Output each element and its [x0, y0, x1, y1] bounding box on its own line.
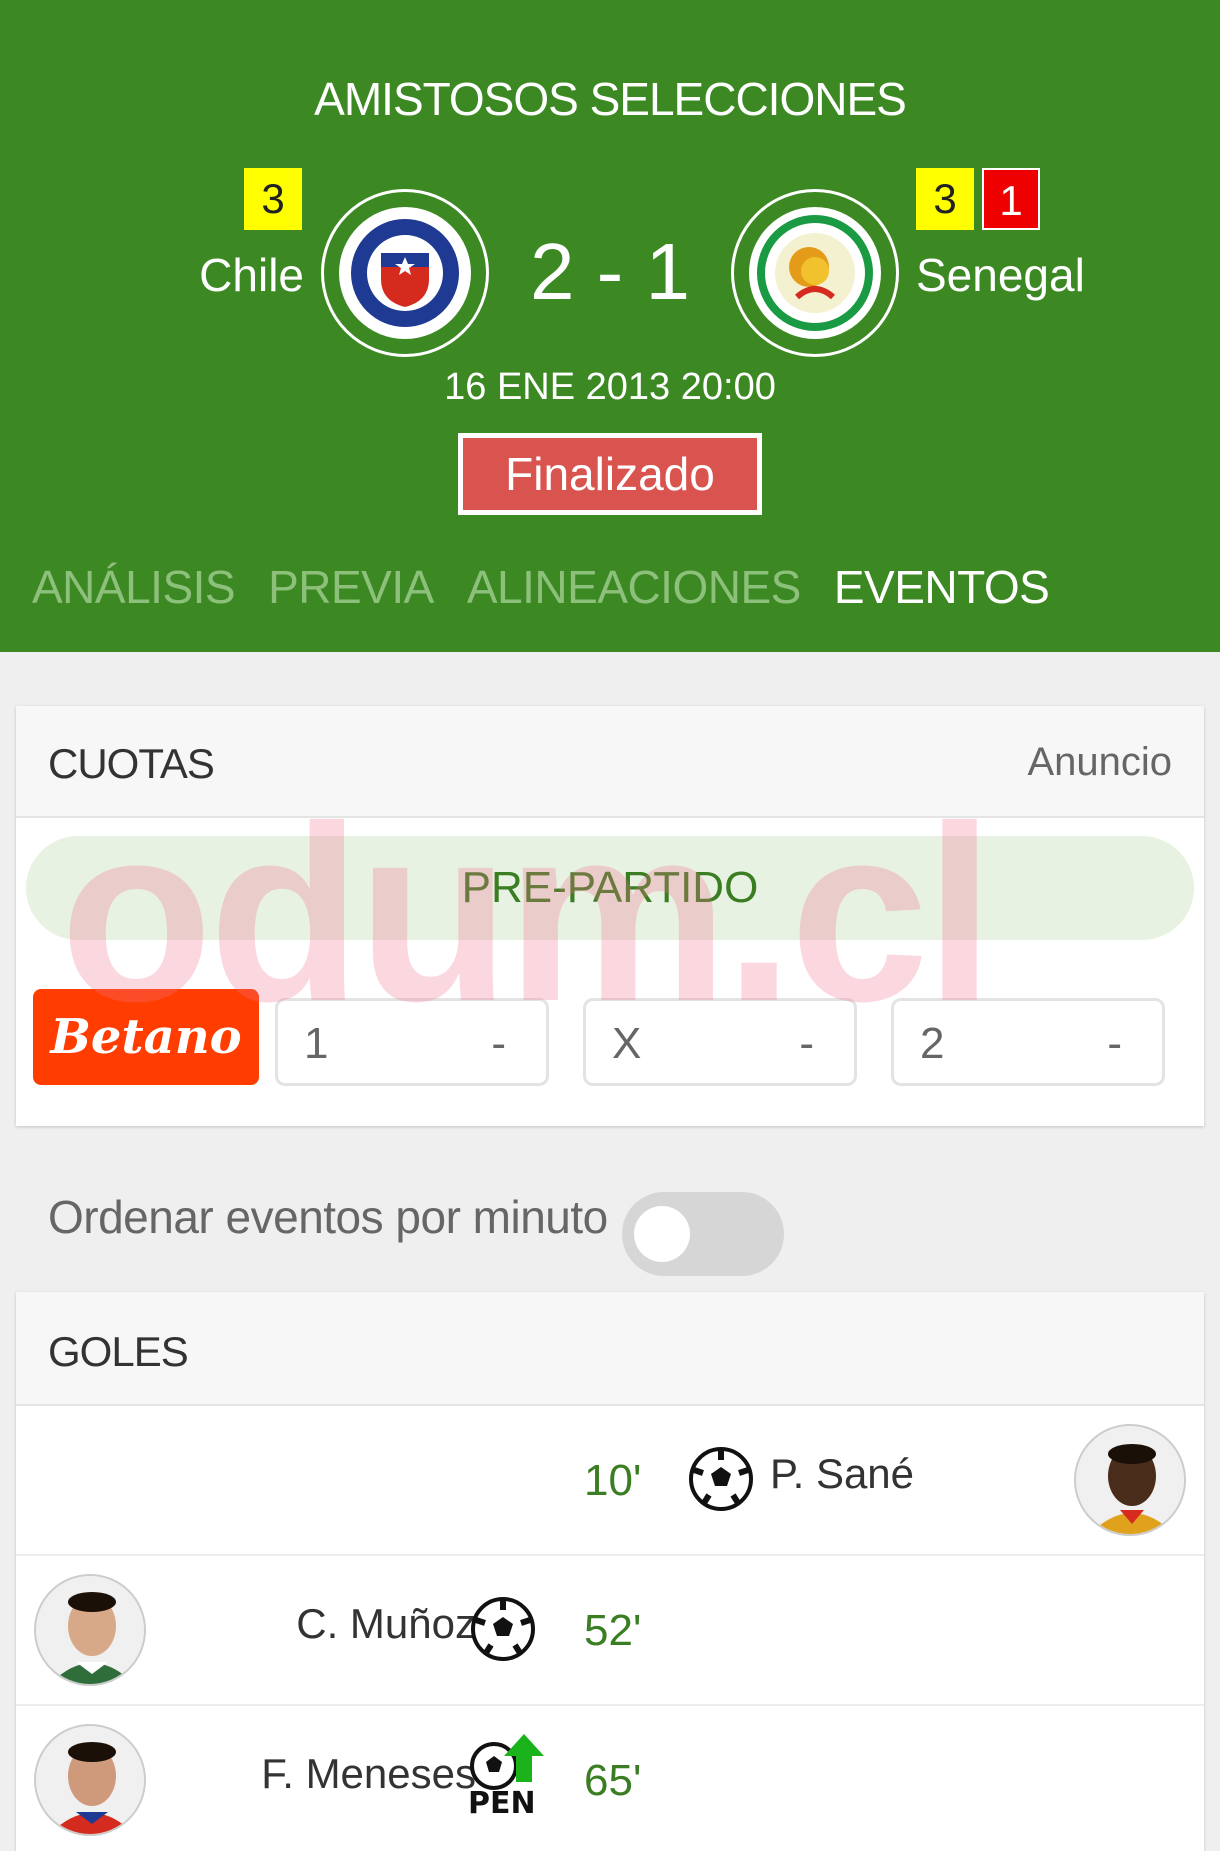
tab-analisis[interactable]: ANÁLISIS — [32, 560, 236, 614]
event-player-name: P. Sané — [770, 1450, 915, 1497]
sort-by-minute-toggle[interactable] — [622, 1192, 784, 1276]
sort-by-minute-label: Ordenar eventos por minuto — [48, 1191, 608, 1243]
senegal-crest-icon — [757, 215, 873, 331]
soccer-ball-icon — [471, 1597, 535, 1661]
penalty-goal-icon: PEN — [468, 1732, 548, 1822]
prematch-pill[interactable]: PRE-PARTIDO — [26, 836, 1194, 940]
goals-card-header: GOLES — [16, 1292, 1204, 1406]
betano-logo[interactable]: Betano — [33, 989, 259, 1085]
odds-card-header: CUOTAS Anuncio — [16, 706, 1204, 818]
odd-label: 1 — [304, 1019, 329, 1068]
odd-button-draw[interactable]: X - — [583, 998, 857, 1086]
match-tabs: ANÁLISIS PREVIA ALINEACIONES EVENTOS — [32, 560, 1082, 614]
ad-label: Anuncio — [1027, 740, 1172, 784]
player-photo-icon — [1076, 1426, 1184, 1534]
event-player-name: C. Muñoz — [296, 1600, 476, 1647]
event-minute: 10' — [584, 1456, 642, 1505]
player-photo-icon — [36, 1726, 144, 1834]
player-avatar[interactable] — [1074, 1424, 1186, 1536]
event-minute: 52' — [584, 1606, 642, 1655]
away-yellow-cards-badge: 3 — [916, 168, 974, 230]
tab-alineaciones[interactable]: ALINEACIONES — [467, 560, 802, 614]
match-header: AMISTOSOS SELECCIONES 3 Chile 2 - 1 3 1 … — [0, 0, 1220, 652]
player-avatar[interactable] — [34, 1574, 146, 1686]
goal-event-row[interactable]: C. Muñoz 52' — [16, 1556, 1204, 1706]
goals-card: GOLES 10' P. Sané C. Muñoz 52' F. Menese… — [16, 1292, 1204, 1851]
penalty-ball-arrow-icon — [470, 1734, 544, 1790]
odd-value: - — [799, 1019, 814, 1068]
odds-card: CUOTAS Anuncio PRE-PARTIDO Betano 1 - X … — [16, 706, 1204, 1126]
home-yellow-cards-badge: 3 — [244, 168, 302, 230]
away-team-crest[interactable] — [731, 189, 899, 357]
away-team-name[interactable]: Senegal — [916, 248, 1085, 302]
match-status-badge: Finalizado — [458, 433, 762, 515]
player-avatar[interactable] — [34, 1724, 146, 1836]
odd-label: 2 — [920, 1019, 945, 1068]
goal-event-row[interactable]: 10' P. Sané — [16, 1406, 1204, 1556]
goal-event-row[interactable]: F. Meneses PEN 65' — [16, 1706, 1204, 1851]
match-datetime: 16 ENE 2013 20:00 — [444, 366, 776, 408]
tab-previa[interactable]: PREVIA — [268, 560, 434, 614]
odd-label: X — [612, 1019, 642, 1068]
away-red-cards-badge: 1 — [982, 168, 1040, 230]
player-photo-icon — [36, 1576, 144, 1684]
odd-button-home[interactable]: 1 - — [275, 998, 549, 1086]
toggle-knob — [634, 1206, 690, 1262]
penalty-label: PEN — [468, 1786, 536, 1821]
odd-button-away[interactable]: 2 - — [891, 998, 1165, 1086]
event-minute: 65' — [584, 1756, 642, 1805]
odds-title: CUOTAS — [48, 740, 215, 787]
soccer-ball-icon — [689, 1447, 753, 1511]
odd-value: - — [491, 1019, 506, 1068]
competition-title: AMISTOSOS SELECCIONES — [314, 73, 907, 125]
event-player-name: F. Meneses — [261, 1750, 476, 1797]
goals-title: GOLES — [48, 1328, 189, 1375]
odd-value: - — [1107, 1019, 1122, 1068]
tab-eventos[interactable]: EVENTOS — [834, 560, 1050, 614]
